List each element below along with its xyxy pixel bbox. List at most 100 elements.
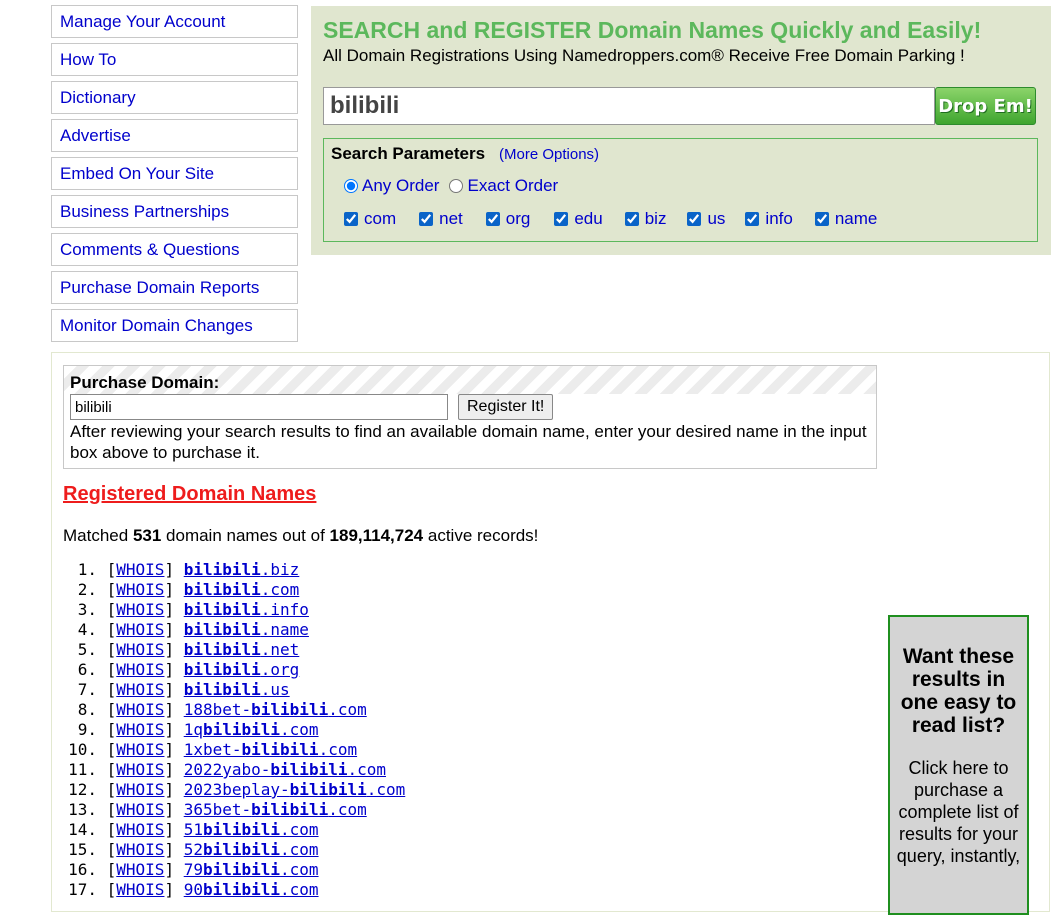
result-number: 16. [68,860,97,879]
whois-link[interactable]: WHOIS [116,700,164,719]
any-order-option[interactable]: Any Order [344,176,439,196]
purchase-domain-input[interactable] [70,394,448,420]
domain-link[interactable]: bilibili.com [184,580,300,599]
domain-prefix: 52 [183,840,203,859]
sidebar-item-business-partnerships[interactable]: Business Partnerships [51,195,298,228]
domain-keyword: bilibili [183,560,261,579]
matched-count: 531 [132,526,162,545]
whois-link[interactable]: WHOIS [116,820,164,839]
domain-link[interactable]: 1xbet-bilibili.com [184,740,357,759]
sidebar-item-purchase-reports[interactable]: Purchase Domain Reports [51,271,298,304]
sidebar-item-comments[interactable]: Comments & Questions [51,233,298,266]
whois-link[interactable]: WHOIS [116,660,164,679]
domain-link[interactable]: 365bet-bilibili.com [184,800,367,819]
ext-checkbox-edu[interactable] [554,212,569,226]
whois-link[interactable]: WHOIS [116,600,164,619]
result-number: 5. [77,640,97,659]
domain-suffix: .com [280,820,319,839]
result-row: 9. [WHOIS] 1qbilibili.com [63,720,405,740]
whois-link[interactable]: WHOIS [116,780,164,799]
ext-option-edu[interactable]: edu [554,209,603,229]
more-options-link[interactable]: (More Options) [499,146,599,163]
whois-link[interactable]: WHOIS [116,840,164,859]
result-row: 1. [WHOIS] bilibili.biz [63,560,405,580]
match-summary: Matched 531 domain names out of 189,114,… [63,526,538,546]
whois-link[interactable]: WHOIS [116,580,164,599]
any-order-radio[interactable] [344,179,358,193]
domain-keyword: bilibili [289,780,367,799]
drop-em-button[interactable]: Drop Em! [935,87,1036,125]
whois-link[interactable]: WHOIS [116,760,164,779]
domain-suffix: .info [260,600,309,619]
whois-link[interactable]: WHOIS [116,720,164,739]
ext-checkbox-net[interactable] [419,212,434,226]
register-it-button[interactable]: Register It! [458,394,554,420]
ext-option-com[interactable]: com [344,209,396,229]
ext-checkbox-biz[interactable] [624,212,639,226]
result-row: 7. [WHOIS] bilibili.us [63,680,405,700]
ext-option-org[interactable]: org [485,209,531,229]
ext-label-org: org [505,209,531,228]
domain-link[interactable]: 1qbilibili.com [184,720,319,739]
ext-checkbox-info[interactable] [745,212,760,226]
sidebar-item-advertise[interactable]: Advertise [51,119,298,152]
exact-order-option[interactable]: Exact Order [449,176,558,196]
sidebar-item-how-to[interactable]: How To [51,43,298,76]
whois-link[interactable]: WHOIS [116,800,164,819]
exact-order-radio[interactable] [449,179,464,193]
domain-link[interactable]: bilibili.biz [184,560,300,579]
domain-link[interactable]: 79bilibili.com [184,860,319,879]
domain-suffix: .biz [260,560,300,579]
whois-link[interactable]: WHOIS [116,740,164,759]
search-heading: SEARCH and REGISTER Domain Names Quickly… [323,17,982,43]
domain-link[interactable]: 2023beplay-bilibili.com [184,780,406,799]
domain-suffix: .com [260,580,300,599]
result-number: 12. [68,780,97,799]
sidebar-item-monitor-changes[interactable]: Monitor Domain Changes [51,309,298,342]
domain-link[interactable]: 90bilibili.com [184,880,319,899]
ext-option-biz[interactable]: biz [624,209,666,229]
domain-suffix: .com [328,800,367,819]
whois-link[interactable]: WHOIS [116,560,164,579]
domain-link[interactable]: 51bilibili.com [184,820,319,839]
result-row: 14. [WHOIS] 51bilibili.com [63,820,405,840]
whois-link[interactable]: WHOIS [116,680,164,699]
whois-link[interactable]: WHOIS [116,640,164,659]
domain-link[interactable]: bilibili.net [184,640,300,659]
domain-link[interactable]: 2022yabo-bilibili.com [184,760,386,779]
domain-link[interactable]: 52bilibili.com [184,840,319,859]
domain-link[interactable]: bilibili.name [184,620,309,639]
domain-suffix: .com [280,840,319,859]
ext-option-info[interactable]: info [745,209,793,229]
domain-link[interactable]: bilibili.info [184,600,309,619]
ext-label-us: us [707,209,726,228]
whois-link[interactable]: WHOIS [116,620,164,639]
whois-link[interactable]: WHOIS [116,860,164,879]
result-number: 2. [77,580,97,599]
domain-keyword: bilibili [202,840,281,859]
ext-checkbox-com[interactable] [344,212,358,226]
sidebar-item-manage-account[interactable]: Manage Your Account [51,5,298,38]
ext-option-net[interactable]: net [419,209,463,229]
domain-keyword: bilibili [202,820,281,839]
purchase-list-promo[interactable]: Want these results in one easy to read l… [888,615,1029,915]
ext-option-name[interactable]: name [814,209,877,229]
registered-domains-heading[interactable]: Registered Domain Names [63,483,316,506]
result-row: 6. [WHOIS] bilibili.org [63,660,405,680]
ext-label-edu: edu [574,209,603,228]
ext-option-us[interactable]: us [687,209,725,229]
promo-text: Click here to purchase a complete list o… [896,758,1021,866]
ext-checkbox-name[interactable] [814,212,829,226]
order-options: Any Order Exact Order [344,176,568,196]
sidebar-item-dictionary[interactable]: Dictionary [51,81,298,114]
whois-link[interactable]: WHOIS [116,880,164,899]
promo-title: Want these results in one easy to read l… [900,645,1017,737]
domain-link[interactable]: 188bet-bilibili.com [184,700,367,719]
domain-link[interactable]: bilibili.us [184,680,290,699]
search-input[interactable] [323,87,935,125]
sidebar-item-embed[interactable]: Embed On Your Site [51,157,298,190]
domain-link[interactable]: bilibili.org [184,660,300,679]
result-row: 17. [WHOIS] 90bilibili.com [63,880,405,900]
ext-checkbox-us[interactable] [687,212,702,226]
ext-checkbox-org[interactable] [485,212,500,226]
